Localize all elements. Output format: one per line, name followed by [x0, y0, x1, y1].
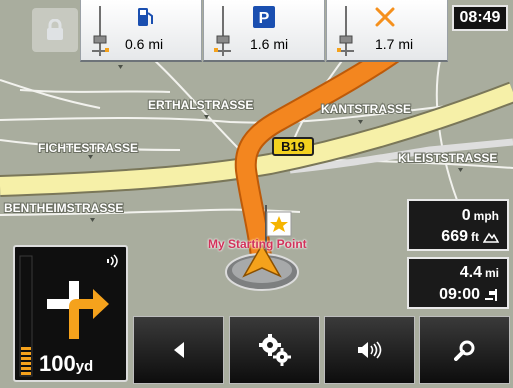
- distance-to-turn-meter: [19, 255, 33, 377]
- search-button[interactable]: [419, 316, 510, 384]
- search-icon: [453, 340, 474, 361]
- street-label-fichtestrasse: FICHTESTRASSE: [38, 141, 138, 155]
- poi-distance-gauge-icon: [214, 6, 231, 56]
- poi-fuel-distance: 0.6 mi: [125, 36, 164, 52]
- poi-restaurant-distance: 1.7 mi: [375, 36, 414, 52]
- voice-guidance-icon: [107, 254, 118, 268]
- poi-distance-gauge-icon: [92, 6, 109, 56]
- road-shield-b19: B19: [272, 137, 314, 156]
- street-label-kleiststrasse: KLEISTSTRASSE: [398, 151, 497, 165]
- speed-value: 0: [461, 207, 471, 224]
- svg-text:P: P: [259, 10, 270, 27]
- next-turn-panel[interactable]: 100yd: [13, 245, 128, 382]
- current-position-label: My Starting Point: [208, 237, 307, 251]
- street-label-kantstrasse: KANTSTRASSE: [321, 102, 411, 116]
- volume-icon: [357, 341, 381, 359]
- elevation-unit: ft: [471, 230, 479, 244]
- lock-icon: [47, 19, 63, 40]
- remaining-distance-unit: mi: [484, 266, 499, 280]
- turn-distance-unit: yd: [75, 358, 94, 375]
- settings-icon: [258, 334, 291, 366]
- poi-fuel[interactable]: 0.6 mi: [80, 0, 202, 62]
- street-label-erthalstrasse: ERTHALSTRASSE: [148, 98, 253, 112]
- speed-elevation-panel[interactable]: 0 mph 669 ft: [407, 199, 509, 251]
- parking-icon: P: [252, 6, 276, 28]
- back-button[interactable]: [133, 316, 224, 384]
- route-info-panel[interactable]: 4.4 mi 09:00: [407, 257, 509, 309]
- poi-parking[interactable]: P 1.6 mi: [203, 0, 325, 62]
- speed-unit: mph: [473, 209, 499, 223]
- eta-time: 09:00: [439, 286, 480, 303]
- restaurant-icon: [373, 6, 397, 28]
- settings-button[interactable]: [229, 316, 320, 384]
- poi-bar: 0.6 mi P 1.6 mi 1.7 mi: [80, 0, 450, 65]
- lock-button[interactable]: [32, 8, 78, 52]
- back-icon: [173, 342, 184, 358]
- clock: 08:49: [452, 5, 508, 31]
- turn-distance-value: 100: [39, 351, 76, 376]
- navigation-screen: ERTHALSTRASSE KANTSTRASSE FICHTESTRASSE …: [0, 0, 513, 388]
- street-label-bentheimstrasse: BENTHEIMSTRASSE: [4, 201, 123, 215]
- destination-flag-icon: [485, 289, 497, 301]
- volume-button[interactable]: [324, 316, 415, 384]
- elevation-value: 669: [441, 228, 468, 245]
- poi-restaurant[interactable]: 1.7 mi: [326, 0, 448, 62]
- elevation-icon: [483, 232, 499, 243]
- fuel-station-icon: [133, 6, 157, 28]
- poi-parking-distance: 1.6 mi: [250, 36, 289, 52]
- poi-distance-gauge-icon: [337, 6, 354, 56]
- remaining-distance: 4.4: [459, 264, 482, 281]
- turn-right-arrow-icon: [47, 281, 109, 339]
